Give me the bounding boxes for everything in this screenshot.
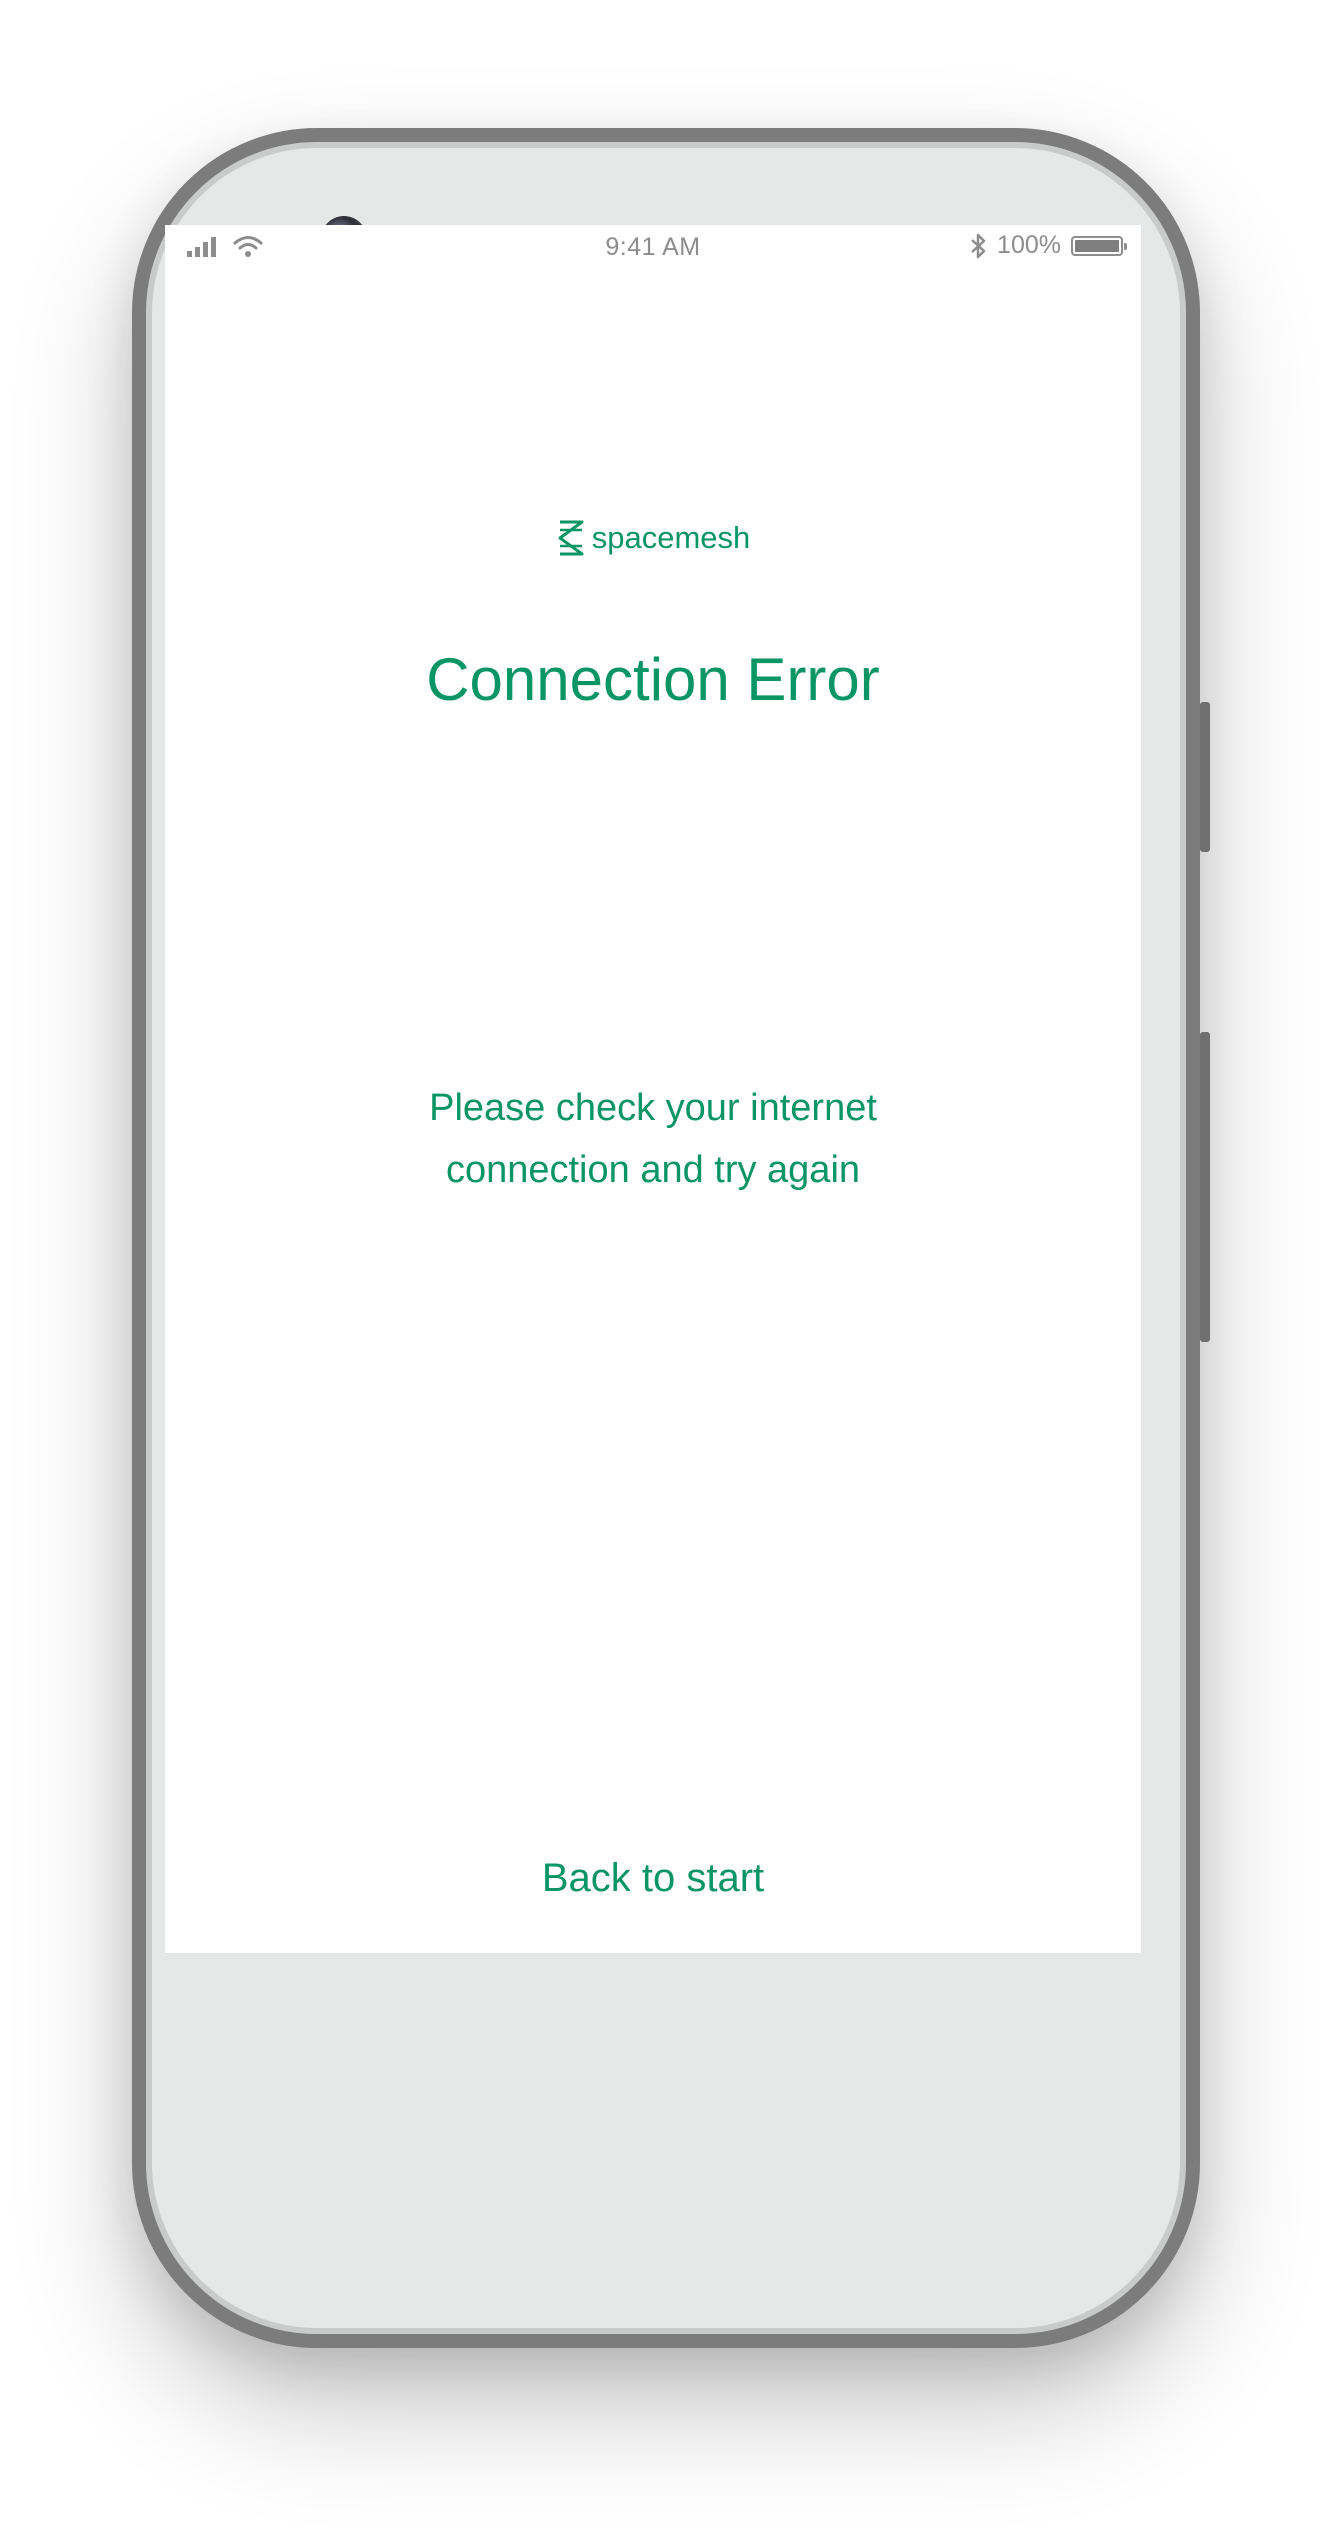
volume-button: [1200, 1032, 1210, 1342]
status-bar: 9:41 AM 100%: [165, 225, 1141, 265]
back-to-start-label: Back to start: [541, 1856, 765, 1900]
status-right: 100%: [969, 231, 1127, 260]
power-button: [1200, 702, 1210, 852]
spacemesh-logo-icon: [558, 520, 584, 556]
brand-logo: spacemesh: [165, 519, 1141, 557]
error-message-line-2: connection and try again: [445, 1149, 861, 1191]
error-message-line-1: Please check your internet: [429, 1087, 877, 1129]
battery-fill: [1075, 239, 1119, 252]
back-to-start-button[interactable]: Back to start: [165, 1856, 1141, 1901]
brand-name: spacemesh: [591, 520, 751, 555]
battery-icon: [1071, 235, 1127, 256]
battery-percent: 100%: [997, 231, 1061, 259]
error-message: Please check your internet connection an…: [165, 1077, 1141, 1201]
mockup-stage: 9:41 AM 100% spacemesh Connection Error …: [0, 0, 1333, 2533]
bluetooth-icon: [971, 233, 986, 258]
page-title: Connection Error: [426, 646, 880, 713]
app-screen: 9:41 AM 100% spacemesh Connection Error …: [165, 225, 1141, 1953]
